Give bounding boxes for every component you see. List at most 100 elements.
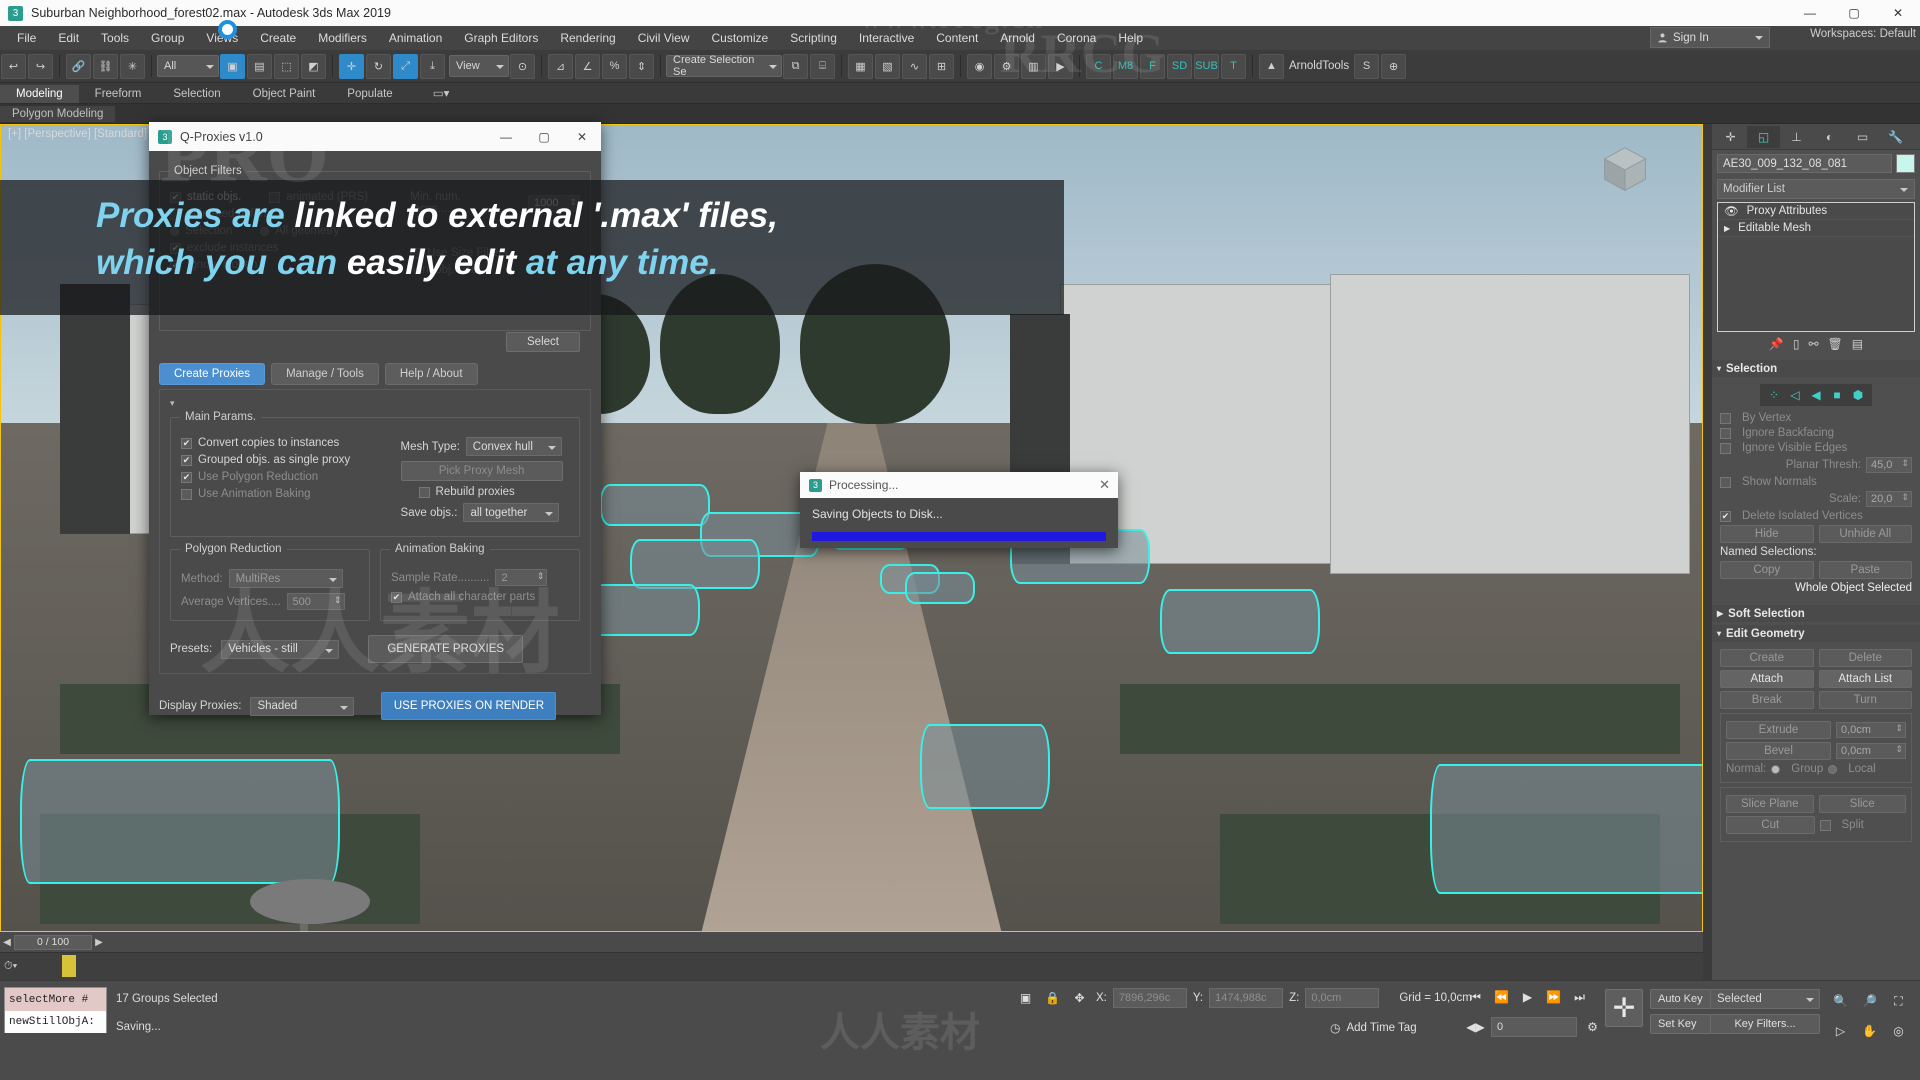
- window-crossing-icon[interactable]: ◩: [301, 53, 326, 79]
- add-keys-button[interactable]: ✛: [1605, 989, 1643, 1027]
- panel-collapse-icon[interactable]: ▾: [170, 398, 580, 409]
- listener-line-2[interactable]: newStillObjA:: [5, 1011, 106, 1033]
- polygon-icon[interactable]: ■: [1828, 387, 1846, 403]
- ribbon-tab-populate[interactable]: Populate: [331, 85, 408, 103]
- delete-isolated-vertices-row[interactable]: ✔ Delete Isolated Vertices: [1720, 510, 1912, 522]
- x-field[interactable]: 7896,296c: [1112, 988, 1187, 1008]
- make-unique-icon[interactable]: ⚯: [1808, 337, 1818, 351]
- attach-all-parts-row[interactable]: ✔ Attach all character parts: [391, 591, 569, 603]
- method-dropdown[interactable]: MultiRes: [228, 569, 343, 588]
- current-frame-field[interactable]: 0: [1491, 1017, 1577, 1037]
- menu-civil-view[interactable]: Civil View: [627, 28, 701, 48]
- planar-thresh-row[interactable]: Planar Thresh: 45,0: [1720, 457, 1912, 473]
- remove-modifier-icon[interactable]: 🗑: [1828, 337, 1843, 351]
- stack-item-proxy-attributes[interactable]: 👁 Proxy Attributes: [1718, 203, 1914, 220]
- snaps-toggle-icon[interactable]: ⊿: [548, 53, 573, 79]
- delete-button[interactable]: Delete: [1818, 649, 1912, 667]
- menu-content[interactable]: Content: [925, 28, 989, 48]
- select-and-scale-icon[interactable]: ⤢: [393, 53, 418, 79]
- key-filters-button[interactable]: Key Filters...: [1710, 1014, 1820, 1034]
- hide-button[interactable]: Hide: [1720, 525, 1814, 543]
- tab-create-proxies[interactable]: Create Proxies: [159, 363, 266, 385]
- corona-m8-icon[interactable]: M8: [1113, 53, 1138, 79]
- selected-car[interactable]: [1160, 589, 1320, 654]
- ignore-visible-edges-row[interactable]: Ignore Visible Edges: [1720, 442, 1912, 454]
- previous-frame-icon[interactable]: ⏪: [1491, 987, 1512, 1007]
- menu-graph-editors[interactable]: Graph Editors: [453, 28, 549, 48]
- render-setup-icon[interactable]: ⚙: [994, 53, 1019, 79]
- planar-thresh-field[interactable]: 45,0: [1866, 457, 1912, 473]
- rebuild-proxies-checkbox[interactable]: [418, 486, 430, 498]
- edge-icon[interactable]: ◁: [1786, 387, 1804, 403]
- reference-coordinate-dropdown[interactable]: View: [449, 55, 509, 77]
- tab-manage-tools[interactable]: Manage / Tools: [271, 363, 379, 385]
- menu-customize[interactable]: Customize: [701, 28, 780, 48]
- q-proxies-close-button[interactable]: ✕: [563, 122, 601, 151]
- extrude-button[interactable]: Extrude: [1726, 721, 1831, 739]
- normal-group-radio[interactable]: [1771, 764, 1781, 774]
- next-frame-icon[interactable]: ⏩: [1543, 987, 1564, 1007]
- use-polygon-reduction-checkbox[interactable]: ✔: [181, 471, 192, 483]
- ribbon-overflow-icon[interactable]: ▭▾: [409, 83, 466, 103]
- menu-interactive[interactable]: Interactive: [848, 28, 925, 48]
- method-row[interactable]: Method: MultiRes: [181, 569, 359, 588]
- q-proxies-maximize-button[interactable]: ▢: [525, 122, 563, 151]
- collapse-arrow-icon-edit[interactable]: ▾: [1717, 629, 1721, 638]
- menu-file[interactable]: File: [6, 28, 47, 48]
- track-bar-icon[interactable]: ⏱▾: [4, 960, 17, 973]
- named-selection-sets-dropdown[interactable]: Create Selection Se: [666, 54, 782, 78]
- play-animation-icon[interactable]: ▶: [1517, 987, 1538, 1007]
- selected-car[interactable]: [600, 484, 710, 526]
- pan-view-icon[interactable]: ✋: [1859, 1021, 1880, 1041]
- show-end-result-icon[interactable]: ▯: [1793, 337, 1800, 351]
- use-proxies-on-render-button[interactable]: USE PROXIES ON RENDER: [381, 692, 557, 720]
- grouped-objs-checkbox[interactable]: ✔: [181, 454, 192, 466]
- key-mode-toggle-icon[interactable]: ◀▶: [1465, 1017, 1486, 1037]
- corona-renderer-icon[interactable]: C: [1086, 53, 1111, 79]
- vertex-icon[interactable]: ⁘: [1765, 387, 1783, 403]
- create-button[interactable]: Create: [1720, 649, 1814, 667]
- key-mode-dropdown[interactable]: Selected: [1710, 989, 1820, 1009]
- set-key-button[interactable]: Set Key: [1650, 1014, 1711, 1034]
- scale-field[interactable]: 20,0: [1866, 491, 1912, 507]
- zoom-icon[interactable]: 🔍: [1830, 991, 1851, 1011]
- align-icon[interactable]: ⌸: [810, 53, 835, 79]
- menu-edit[interactable]: Edit: [47, 28, 90, 48]
- plus-icon[interactable]: ✛: [1605, 989, 1643, 1027]
- processing-dialog[interactable]: 3 Processing... ✕ Saving Objects to Disk…: [800, 472, 1118, 548]
- selected-car[interactable]: [920, 724, 1050, 809]
- generate-proxies-button[interactable]: GENERATE PROXIES: [368, 635, 524, 663]
- ribbon-tab-freeform[interactable]: Freeform: [79, 85, 158, 103]
- unhide-all-button[interactable]: Unhide All: [1818, 525, 1912, 543]
- grouped-objs-row[interactable]: ✔ Grouped objs. as single proxy: [181, 454, 401, 466]
- selection-filter-dropdown[interactable]: All: [157, 55, 219, 77]
- select-and-rotate-icon[interactable]: ↻: [366, 53, 391, 79]
- selected-car[interactable]: [905, 572, 975, 604]
- zoom-extents-icon[interactable]: ⛶: [1888, 991, 1909, 1011]
- turn-button[interactable]: Turn: [1818, 691, 1912, 709]
- ribbon-tab-selection[interactable]: Selection: [157, 85, 236, 103]
- bind-space-warp-icon[interactable]: ✳: [120, 53, 145, 79]
- view-cube-icon[interactable]: [1597, 144, 1653, 196]
- mesh-type-row[interactable]: Mesh Type: Convex hull: [401, 437, 569, 456]
- slice-plane-button[interactable]: Slice Plane: [1726, 795, 1814, 813]
- expand-arrow-icon[interactable]: ▶: [1724, 224, 1730, 233]
- show-normals-checkbox[interactable]: [1720, 476, 1731, 488]
- average-vertices-spinner[interactable]: 500: [286, 593, 345, 610]
- ribbon-subtab-polygon-modeling[interactable]: Polygon Modeling: [0, 105, 116, 122]
- create-icon[interactable]: ✛: [1714, 126, 1747, 148]
- attach-button[interactable]: Attach: [1720, 670, 1814, 688]
- render-production-icon[interactable]: ▶: [1048, 53, 1073, 79]
- extrude-value-field[interactable]: 0,0cm: [1836, 722, 1906, 738]
- average-vertices-row[interactable]: Average Vertices.... 500: [181, 593, 359, 610]
- show-normals-row[interactable]: Show Normals: [1720, 476, 1912, 488]
- menu-animation[interactable]: Animation: [378, 28, 453, 48]
- motion-icon[interactable]: ◐: [1813, 126, 1846, 148]
- select-object-icon[interactable]: ▣: [220, 53, 245, 79]
- display-proxies-dropdown[interactable]: Shaded: [250, 696, 355, 716]
- mesh-type-dropdown[interactable]: Convex hull: [465, 437, 562, 456]
- pin-stack-icon[interactable]: 📌: [1769, 337, 1784, 351]
- expand-arrow-icon-soft[interactable]: ▶: [1717, 609, 1723, 618]
- scale-row[interactable]: Scale: 20,0: [1720, 491, 1912, 507]
- minimize-button[interactable]: —: [1788, 0, 1832, 26]
